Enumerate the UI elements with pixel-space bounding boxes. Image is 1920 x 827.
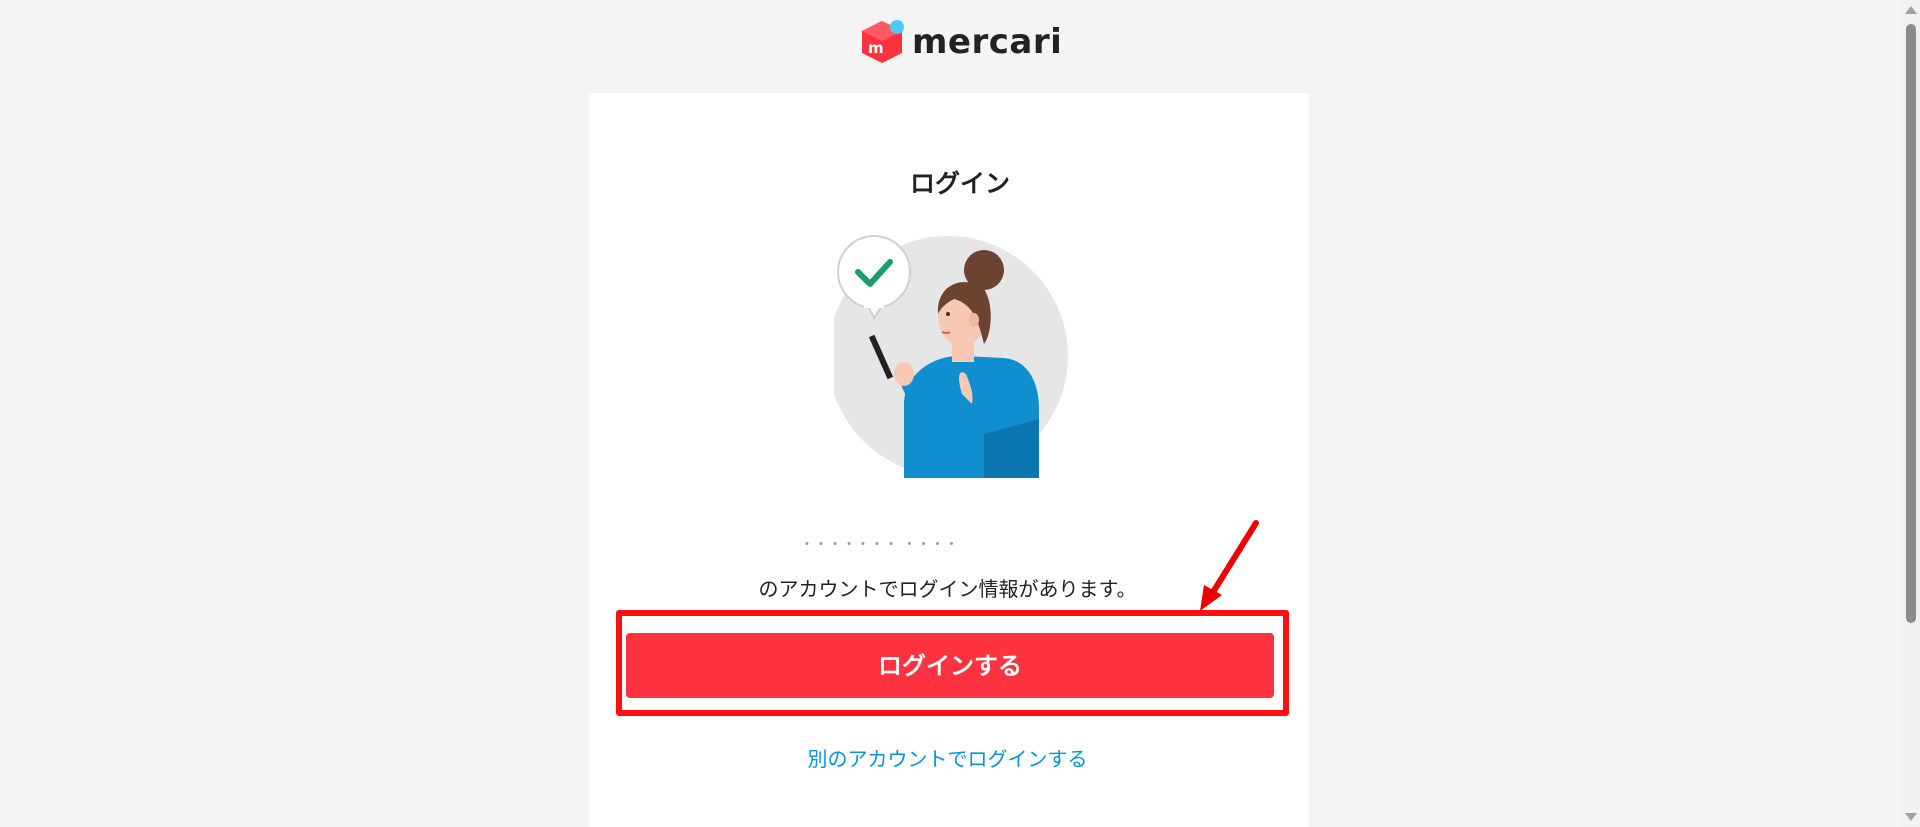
scroll-down-arrow-icon[interactable] xyxy=(1905,813,1917,821)
logo-wordmark: mercari xyxy=(912,22,1063,62)
mercari-box-icon: m xyxy=(862,20,904,63)
scroll-up-arrow-icon[interactable] xyxy=(1905,6,1917,14)
login-page: m mercari ログイン ・・・・・・・ ・・・・ のアカウントでログイン情… xyxy=(0,0,1920,827)
login-button[interactable]: ログインする xyxy=(626,633,1274,698)
account-info-message: のアカウントでログイン情報があります。 xyxy=(758,577,1137,601)
vertical-scrollbar[interactable] xyxy=(1902,0,1920,827)
scroll-thumb[interactable] xyxy=(1906,24,1916,623)
page-title: ログイン xyxy=(909,169,1010,198)
other-account-login-link[interactable]: 別のアカウントでログインする xyxy=(0,743,1895,772)
masked-account-name: ・・・・・・・ ・・・・ xyxy=(800,537,959,553)
woman-with-phone-checkmark-illustration xyxy=(834,235,1068,478)
annotation-arrow-icon xyxy=(1200,520,1259,611)
mercari-logo[interactable]: m mercari xyxy=(860,18,1062,66)
logo-mark-letter: m xyxy=(868,39,884,57)
